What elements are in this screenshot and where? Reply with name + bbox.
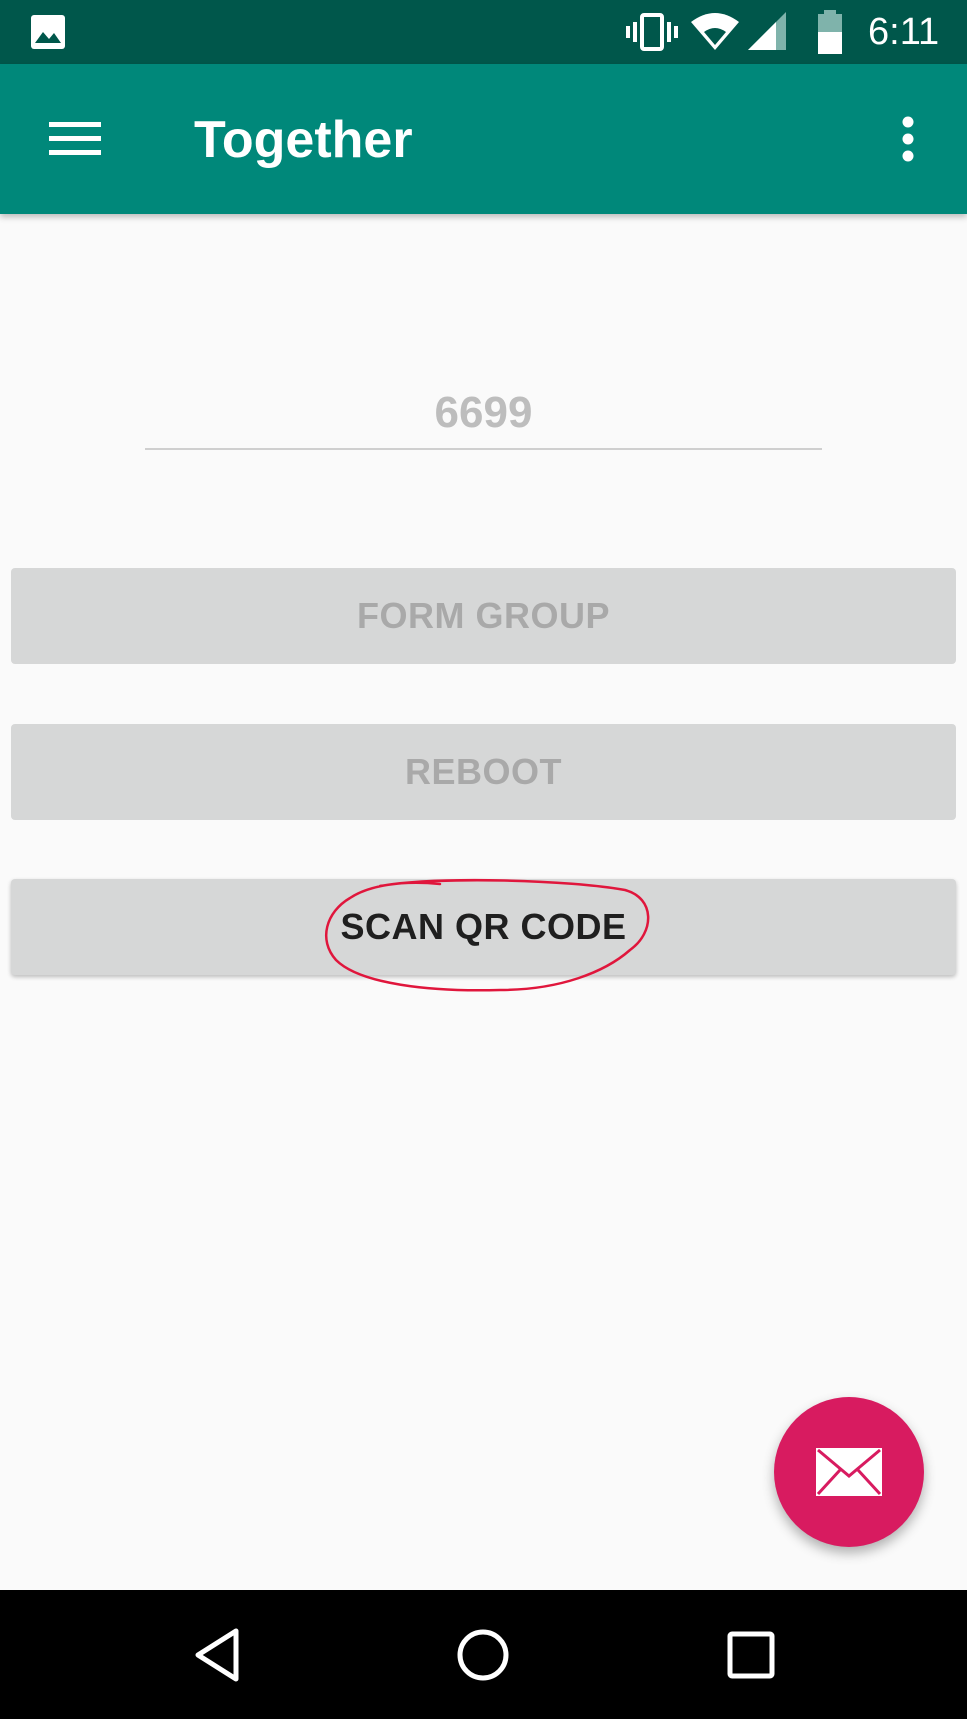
- back-button[interactable]: [172, 1612, 262, 1698]
- scan-qr-code-button[interactable]: SCAN QR CODE: [11, 879, 956, 975]
- form-group-label: FORM GROUP: [357, 595, 610, 636]
- battery-icon: [818, 10, 842, 54]
- form-group-button[interactable]: FORM GROUP: [11, 568, 956, 664]
- wifi-icon: [691, 13, 739, 50]
- home-button[interactable]: [438, 1612, 528, 1698]
- status-time: 6:11: [868, 11, 940, 53]
- status-bar: 6:11: [0, 0, 967, 64]
- home-icon: [457, 1629, 509, 1681]
- recents-button[interactable]: [706, 1612, 796, 1698]
- reboot-label: REBOOT: [404, 751, 562, 792]
- back-icon: [195, 1628, 239, 1682]
- send-message-fab[interactable]: [774, 1397, 924, 1547]
- reboot-button[interactable]: REBOOT: [11, 724, 956, 820]
- signal-icon: [748, 12, 786, 50]
- menu-button[interactable]: [38, 104, 112, 174]
- navigation-bar: [0, 1590, 967, 1719]
- mail-icon: [816, 1448, 882, 1496]
- menu-icon: [49, 122, 101, 155]
- app-bar: Together: [0, 64, 967, 214]
- gallery-icon: [31, 15, 65, 49]
- scan-qr-code-label: SCAN QR CODE: [340, 906, 627, 947]
- app-title: Together: [194, 111, 413, 169]
- group-number-field[interactable]: [145, 378, 822, 450]
- overflow-menu-button[interactable]: [880, 104, 936, 174]
- screen: 6:11 Together FORM GROUP REBOOT SCAN QR …: [0, 0, 967, 1719]
- more-vert-icon: [902, 116, 914, 162]
- recents-icon: [727, 1631, 775, 1679]
- vibrate-icon: [626, 13, 678, 51]
